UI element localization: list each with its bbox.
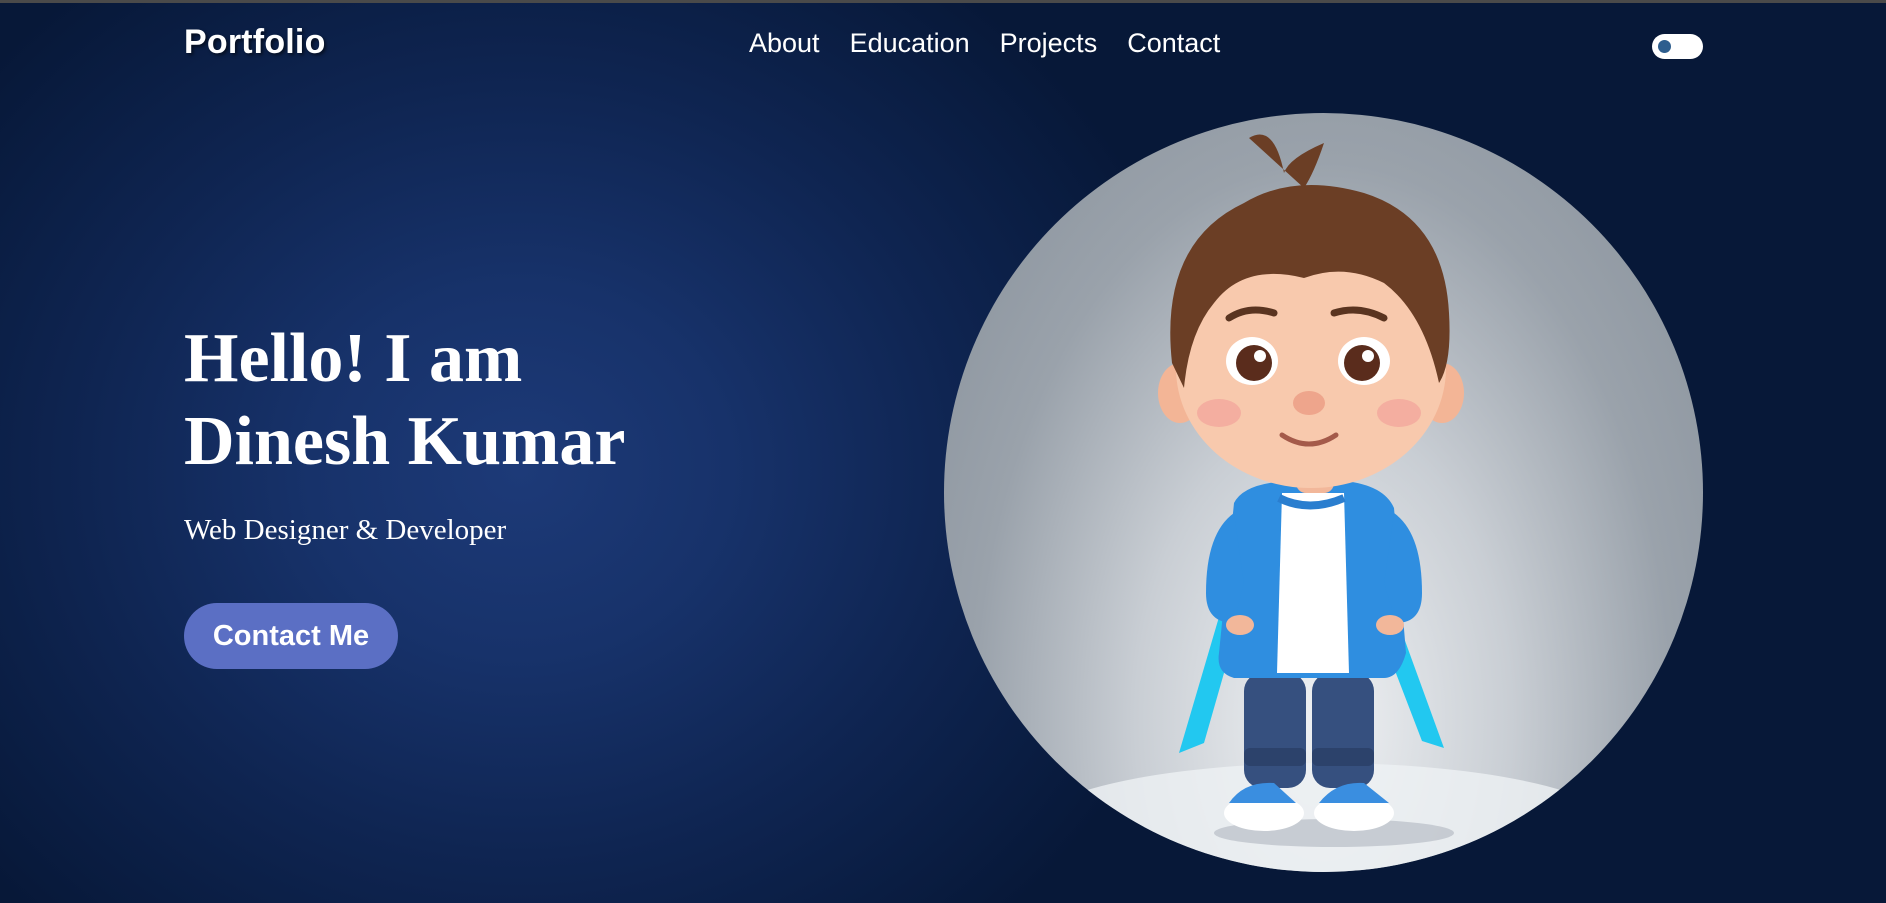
theme-toggle[interactable]	[1652, 34, 1703, 59]
nav-link-education[interactable]: Education	[850, 28, 970, 59]
theme-toggle-icon	[1658, 40, 1671, 53]
nav-link-about[interactable]: About	[749, 28, 820, 59]
avatar	[944, 113, 1703, 872]
navbar: Portfolio About Education Projects Conta…	[0, 3, 1886, 83]
nav-link-contact[interactable]: Contact	[1127, 28, 1220, 59]
nav-menu: About Education Projects Contact	[749, 28, 1220, 59]
nav-link-projects[interactable]: Projects	[1000, 28, 1098, 59]
hero-title: Hello! I am Dinesh Kumar	[184, 320, 626, 480]
site-logo[interactable]: Portfolio	[184, 23, 326, 62]
contact-me-button[interactable]: Contact Me	[184, 603, 398, 669]
hero-subtitle: Web Designer & Developer	[184, 514, 507, 546]
cartoon-boy-avatar-icon	[1024, 134, 1624, 872]
